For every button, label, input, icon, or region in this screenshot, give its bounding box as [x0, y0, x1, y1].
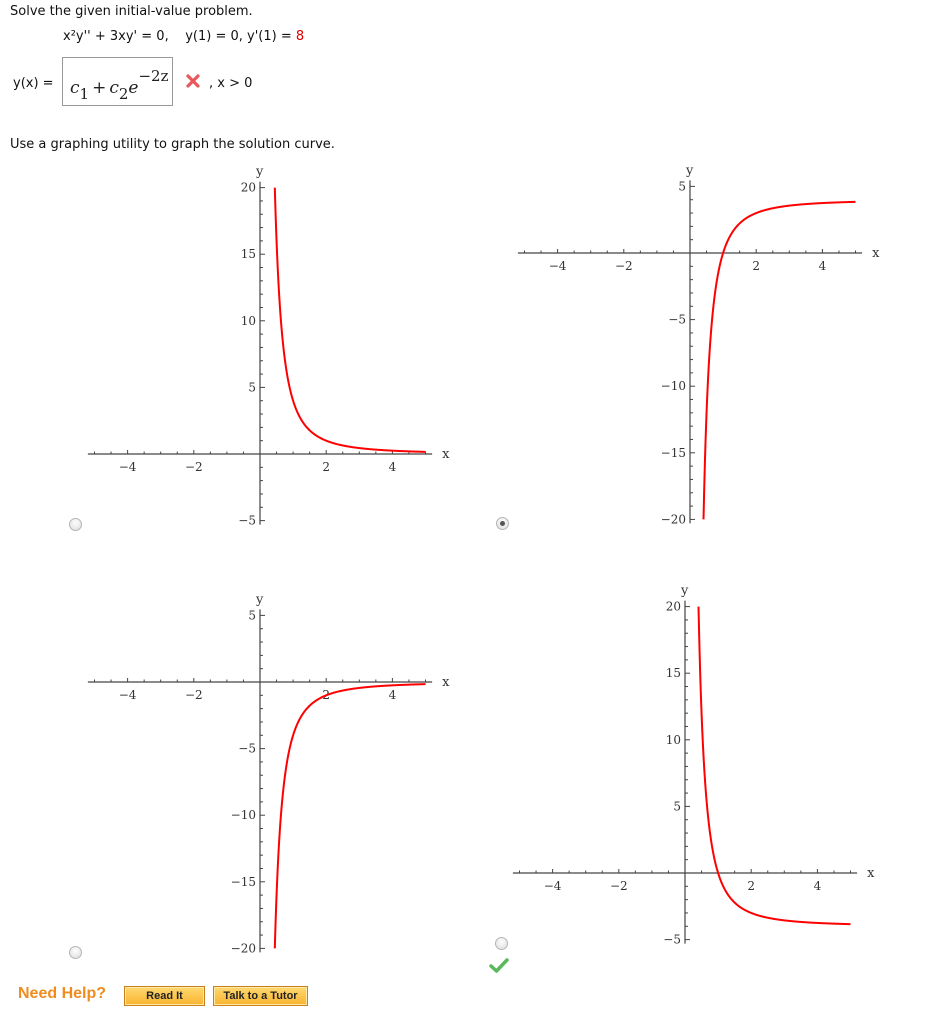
graph-4-x-tick-label: 4 — [814, 879, 822, 893]
graph-2-y-tick-label: −5 — [668, 313, 686, 327]
graph-2-y-tick-label: −15 — [661, 446, 686, 460]
graph-2-x-tick-label: −4 — [549, 259, 567, 273]
graph-1-y-tick-label: 10 — [241, 314, 256, 328]
graph-1-y-tick-label: 15 — [241, 247, 256, 261]
option-radio-3[interactable] — [69, 946, 82, 959]
graph-1-x-tick-label: 4 — [389, 460, 397, 474]
graph-2-y-tick-label: 5 — [678, 179, 686, 193]
graph-4-y-tick-label: 15 — [666, 666, 681, 680]
graph-3-y-tick-label: 5 — [248, 608, 256, 622]
graph-3-solution-curve — [273, 683, 426, 949]
graph-2-solution-curve — [702, 200, 856, 520]
graph-2-x-axis-label: x — [872, 246, 880, 261]
graph-4-x-tick-label: −4 — [544, 879, 562, 893]
graph-3-y-axis-label: y — [255, 592, 264, 607]
graph-2-x-tick-label: −2 — [615, 259, 633, 273]
need-help-label: Need Help? — [18, 985, 107, 1002]
correct-check-icon — [489, 958, 509, 973]
graph-1-y-tick-label: 5 — [248, 380, 256, 394]
graph-2-y-tick-label: −10 — [661, 379, 686, 393]
graph-3-x-tick-label: 4 — [389, 688, 397, 702]
graph-2-x-tick-label: 4 — [819, 259, 827, 273]
graph-2-y-axis-label: y — [685, 163, 694, 178]
graph-1-y-tick-label: 20 — [241, 181, 256, 195]
read-it-button[interactable]: Read It — [124, 986, 205, 1006]
graph-4-x-axis-label: x — [867, 866, 875, 881]
graph-4-x-tick-label: 2 — [747, 879, 755, 893]
graph-3-y-tick-label: −15 — [231, 875, 256, 889]
graph-4-y-tick-label: 5 — [673, 799, 681, 813]
graph-2-x-tick-label: 2 — [752, 259, 760, 273]
graph-1-y-tick-label: −5 — [238, 514, 256, 528]
graph-4-y-tick-label: −5 — [663, 933, 681, 947]
graph-options: −4 −2 2 4 20 15 10 5 −5 x y −4 −2 2 4 5 −5 −10 −15 −20 x y −4 −… — [87, 163, 880, 955]
graph-4-y-tick-label: 20 — [666, 600, 681, 614]
graph-1-solution-curve — [273, 187, 426, 453]
graph-3-x-tick-label: −2 — [185, 688, 203, 702]
graph-1-x-axis-label: x — [442, 447, 450, 462]
option-radio-2[interactable] — [496, 517, 509, 530]
graph-1-y-axis-label: y — [255, 165, 264, 180]
graph-3-y-tick-label: −5 — [238, 742, 256, 756]
graph-3-y-tick-label: −20 — [231, 941, 256, 955]
graph-4-y-tick-label: 10 — [666, 733, 681, 747]
graph-1-x-tick-label: −2 — [185, 460, 203, 474]
option-radio-4[interactable] — [495, 937, 508, 950]
talk-to-tutor-button[interactable]: Talk to a Tutor — [213, 986, 308, 1006]
graph-4-solution-curve — [697, 606, 851, 926]
graph-1-x-tick-label: 2 — [322, 460, 330, 474]
graph-3-x-tick-label: −4 — [119, 688, 137, 702]
graph-4-y-axis-label: y — [680, 584, 689, 599]
graph-3-x-axis-label: x — [442, 675, 450, 690]
option-radio-1[interactable] — [69, 518, 82, 531]
graph-4-x-tick-label: −2 — [610, 879, 628, 893]
graph-1-x-tick-label: −4 — [119, 460, 137, 474]
graph-2-y-tick-label: −20 — [661, 512, 686, 526]
graph-3-y-tick-label: −10 — [231, 808, 256, 822]
